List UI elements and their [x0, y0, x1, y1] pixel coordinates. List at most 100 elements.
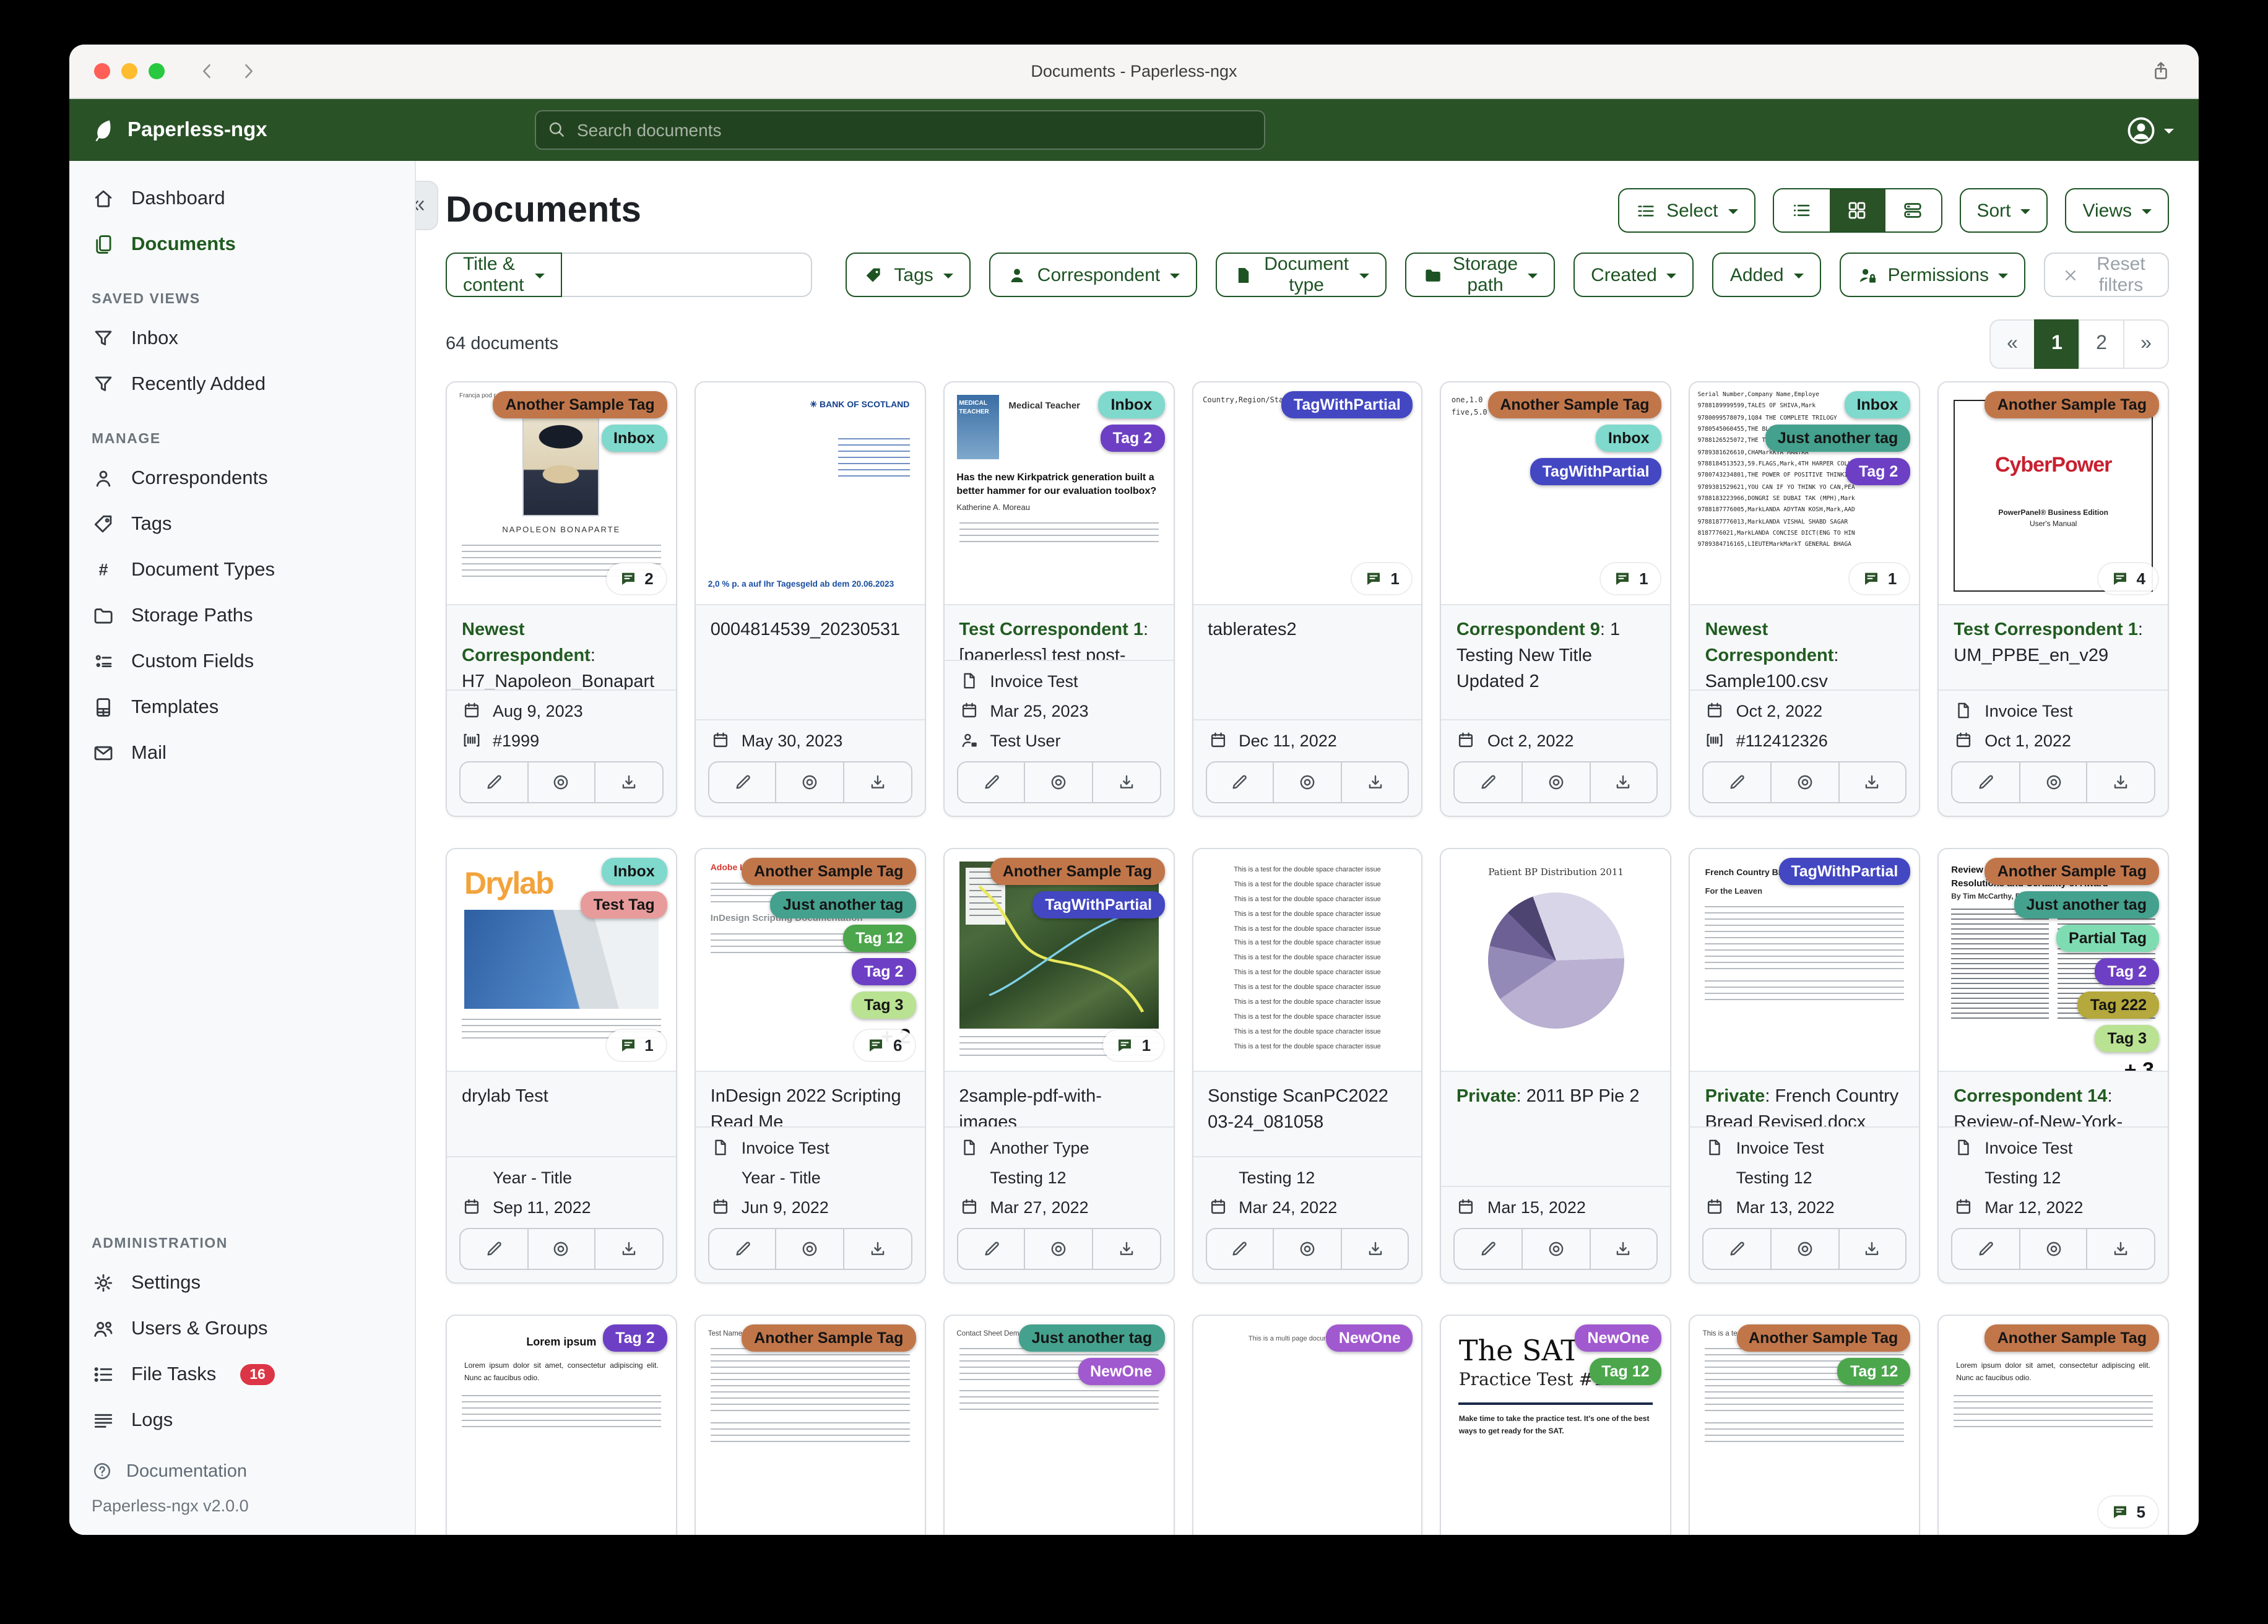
document-title[interactable]: Test Correspondent 1: UM_PPBE_en_v29	[1939, 605, 2168, 689]
download-button[interactable]	[1340, 1229, 1408, 1269]
document-thumbnail[interactable]: Patient BP Distribution 2011	[1441, 849, 1671, 1072]
document-correspondent[interactable]: Test Correspondent 1	[1954, 620, 2138, 640]
document-thumbnail[interactable]: This is a test for the double space char…	[1193, 849, 1422, 1072]
tag-badge[interactable]: Another Sample Tag	[493, 391, 667, 418]
document-thumbnail[interactable]: This is a test Another Sample Tag Tag 12	[1690, 1316, 1920, 1535]
tag-badge[interactable]: Tag 2	[1100, 425, 1165, 452]
tag-badge[interactable]: Tag 12	[1589, 1358, 1662, 1385]
detail-view-button[interactable]	[1885, 189, 1941, 231]
comment-count-badge[interactable]: 1	[1352, 563, 1412, 594]
comment-count-badge[interactable]: 6	[854, 1030, 915, 1061]
tag-badge[interactable]: Another Sample Tag	[1736, 1324, 1911, 1352]
sidebar-item-tags[interactable]: Tags	[69, 501, 415, 547]
views-button[interactable]: Views	[2065, 188, 2169, 233]
view-button[interactable]	[1024, 762, 1092, 802]
tag-badge[interactable]: Partial Tag	[2056, 925, 2159, 952]
document-thumbnail[interactable]: ✳ BANK OF SCOTLAND 2,0 % p. a auf Ihr Tag…	[695, 382, 925, 605]
view-button[interactable]	[1273, 1229, 1340, 1269]
tag-badge[interactable]: Another Sample Tag	[742, 1324, 916, 1352]
view-button[interactable]	[2019, 762, 2087, 802]
download-button[interactable]	[2086, 762, 2154, 802]
download-button[interactable]	[594, 762, 662, 802]
sidebar-item-templates[interactable]: Templates	[69, 685, 415, 730]
document-thumbnail[interactable]: Serial Number,Company Name,Employe 978818…	[1690, 382, 1920, 605]
document-thumbnail[interactable]: Review of Arbitral Awards shows swift Re…	[1939, 849, 2168, 1072]
tag-badge[interactable]: Inbox	[601, 858, 667, 885]
tag-badge[interactable]: Another Sample Tag	[742, 858, 916, 885]
edit-button[interactable]	[1455, 1229, 1521, 1269]
sidebar-item-documents[interactable]: Documents	[69, 222, 415, 267]
edit-button[interactable]	[1206, 1229, 1273, 1269]
sidebar-item-correspondents[interactable]: Correspondents	[69, 456, 415, 501]
document-card[interactable]: Serial Number,Company Name,Employe 978818…	[1689, 381, 1921, 817]
document-card[interactable]: MEDICAL TEACHER Medical Teacher Has the ne…	[943, 381, 1175, 817]
download-button[interactable]	[843, 1229, 911, 1269]
comment-count-badge[interactable]: 1	[606, 1030, 666, 1061]
download-button[interactable]	[1091, 762, 1159, 802]
tag-badge[interactable]: Tag 12	[1837, 1358, 1911, 1385]
sidebar-item-mail[interactable]: Mail	[69, 730, 415, 776]
tag-badge[interactable]: TagWithPartial	[1281, 391, 1413, 418]
edit-button[interactable]	[1704, 762, 1770, 802]
document-thumbnail[interactable]: Lorem ipsumLorem ipsum dolor sit amet, c…	[447, 1316, 676, 1535]
document-correspondent[interactable]: Newest Correspondent	[1705, 620, 1834, 666]
document-thumbnail[interactable]: French Country Bread For the Leaven TagWit…	[1690, 849, 1920, 1072]
tag-badge[interactable]: Tag 2	[851, 958, 916, 985]
document-thumbnail[interactable]: Lorem ipsumLorem ipsum dolor sit amet, c…	[1939, 1316, 2168, 1535]
sidebar-item-inbox[interactable]: Inbox	[69, 316, 415, 361]
download-button[interactable]	[1838, 762, 1905, 802]
document-thumbnail[interactable]: This is a multi page document. Page 1. Ne…	[1193, 1316, 1422, 1535]
tag-badge[interactable]: TagWithPartial	[1778, 858, 1911, 885]
edit-button[interactable]	[1952, 1229, 2019, 1269]
search-input[interactable]	[535, 110, 1265, 150]
tag-badge[interactable]: NewOne	[1078, 1358, 1165, 1385]
tag-badge[interactable]: Inbox	[1595, 425, 1662, 452]
sidebar-item-logs[interactable]: Logs	[69, 1397, 415, 1443]
document-card[interactable]: This is a test Another Sample Tag Tag 12	[1689, 1315, 1921, 1535]
list-view-button[interactable]	[1773, 189, 1830, 231]
document-title[interactable]: tablerates2	[1193, 605, 1422, 719]
tag-badge[interactable]: Tag 12	[843, 925, 916, 952]
tag-badge[interactable]: Another Sample Tag	[1984, 858, 2159, 885]
tag-badge[interactable]: Tag 3	[851, 991, 916, 1019]
edit-button[interactable]	[709, 762, 776, 802]
document-title[interactable]: 0004814539_20230531	[696, 605, 925, 719]
comment-count-badge[interactable]: 4	[2098, 563, 2158, 594]
tag-badge[interactable]: Another Sample Tag	[1984, 391, 2159, 418]
document-thumbnail[interactable]: Test Name Another Sample Tag	[695, 1316, 925, 1535]
download-button[interactable]	[2086, 1229, 2154, 1269]
document-thumbnail[interactable]: MEDICAL TEACHER Medical Teacher Has the ne…	[944, 382, 1174, 605]
document-card[interactable]: Another Sample Tag TagWithPartial 1 2sample…	[943, 848, 1175, 1284]
tag-badge[interactable]: Another Sample Tag	[1487, 391, 1662, 418]
tag-badge[interactable]: Inbox	[1844, 391, 1911, 418]
select-button[interactable]: Select	[1618, 188, 1755, 233]
document-thumbnail[interactable]: Drylab Inbox Test Tag 1	[447, 849, 676, 1072]
document-card[interactable]: Lorem ipsumLorem ipsum dolor sit amet, c…	[446, 1315, 677, 1535]
document-card[interactable]: CyberPower PowerPanel® Business Edition Us…	[1937, 381, 2169, 817]
comment-count-badge[interactable]: 1	[1601, 563, 1661, 594]
document-card[interactable]: one,1.0 five,5.0 Another Sample Tag Inbox Ta…	[1440, 381, 1672, 817]
view-button[interactable]	[1521, 762, 1589, 802]
document-card[interactable]: Francja pod r NAPOLEON BONAPARTE Another S…	[446, 381, 677, 817]
document-card[interactable]: Drylab Inbox Test Tag 1 drylab Test Year - Ti…	[446, 848, 677, 1284]
download-button[interactable]	[594, 1229, 662, 1269]
tag-badge[interactable]: Another Sample Tag	[1984, 1324, 2159, 1352]
brand[interactable]: Paperless-ngx	[92, 118, 267, 142]
tag-badge[interactable]: NewOne	[1326, 1324, 1413, 1352]
reset-filters-button[interactable]: Reset filters	[2044, 253, 2169, 297]
document-thumbnail[interactable]: The SAT Practice Test #1 Make time to take…	[1441, 1316, 1671, 1535]
download-button[interactable]	[1838, 1229, 1905, 1269]
share-icon[interactable]	[2150, 61, 2171, 82]
filter-button-correspondent[interactable]: Correspondent	[989, 253, 1198, 297]
filter-text-input[interactable]	[562, 253, 813, 297]
document-title[interactable]: Correspondent 14: Review-of-New-York-Fed…	[1939, 1072, 2168, 1126]
document-title[interactable]: drylab Test	[447, 1072, 676, 1156]
sidebar-item-settings[interactable]: Settings	[69, 1260, 415, 1306]
view-button[interactable]	[1024, 1229, 1092, 1269]
document-correspondent[interactable]: Private	[1456, 1087, 1517, 1107]
document-correspondent[interactable]: Correspondent 9	[1456, 620, 1600, 640]
tag-badge[interactable]: TagWithPartial	[1530, 458, 1662, 485]
filter-button-permissions[interactable]: Permissions	[1839, 253, 2026, 297]
view-button[interactable]	[775, 1229, 843, 1269]
document-title[interactable]: Correspondent 9: 1 Testing New Title Upd…	[1442, 605, 1671, 719]
